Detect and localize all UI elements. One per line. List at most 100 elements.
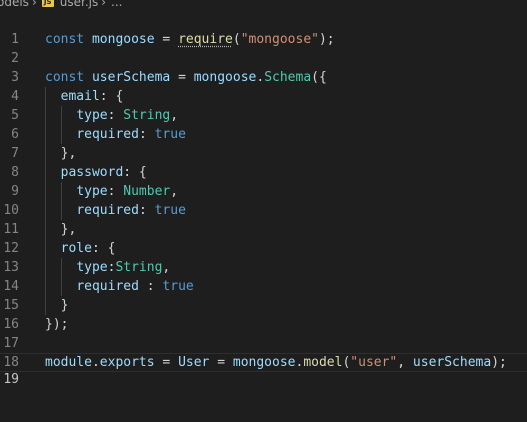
function-token: model [303, 355, 343, 370]
punctuation-token: : [138, 279, 163, 294]
punctuation-token: }); [45, 317, 69, 332]
code-text: required: true [45, 201, 186, 220]
breadcrumb: odels › JS user.js › ... [0, 0, 527, 11]
operator-token: = [154, 32, 179, 47]
class-token: Number [123, 184, 171, 199]
code-text: type: Number, [45, 182, 178, 201]
code-line[interactable]: 9 password: { [0, 163, 527, 199]
operator-token: = [154, 355, 179, 370]
code-editor[interactable]: 1 2 const mongoose = require("mongoose")… [0, 11, 527, 387]
code-line[interactable]: 15 required : true [0, 277, 527, 313]
code-line[interactable]: 2 const mongoose = require("mongoose"); [0, 30, 527, 66]
keyword-token: true [154, 203, 186, 218]
code-text: required: true [45, 125, 186, 144]
code-line[interactable]: 12 }, [0, 220, 527, 256]
variable-token: userSchema [412, 355, 492, 370]
keyword-token: true [162, 279, 194, 294]
code-text: role: { [45, 239, 116, 258]
class-token: Schema [264, 70, 312, 85]
keyword-token: true [154, 127, 186, 142]
code-line[interactable]: 3 [0, 49, 527, 85]
punctuation-token: . [91, 355, 100, 370]
punctuation-token: : { [91, 241, 116, 256]
punctuation-token: . [256, 70, 265, 85]
property-token: type [76, 108, 108, 123]
punctuation-token: , [397, 355, 413, 370]
code-line[interactable]: 17 }); [0, 315, 527, 351]
code-line[interactable]: 16 } [0, 296, 527, 332]
code-text: type: String, [45, 106, 178, 125]
variable-token: mongoose [193, 70, 257, 85]
code-line[interactable]: 5 email: { [0, 87, 527, 123]
operator-token: = [170, 70, 194, 85]
property-token: required [76, 127, 139, 142]
punctuation-token: , [170, 108, 179, 123]
code-text: }, [45, 220, 77, 239]
variable-token: module [45, 355, 92, 370]
punctuation-token: , [162, 260, 171, 275]
code-line[interactable]: 14 type:String, [0, 258, 527, 294]
code-line[interactable]: 10 type: Number, [0, 182, 527, 218]
code-text: module.exports = User = mongoose.model("… [45, 354, 507, 371]
code-line[interactable]: 7 required: true [0, 125, 527, 161]
code-line[interactable]: 8 }, [0, 144, 527, 180]
code-text: const mongoose = require("mongoose"); [45, 30, 335, 49]
operator-token: = [209, 355, 233, 370]
code-line[interactable]: 13 role: { [0, 239, 527, 275]
breadcrumb-more[interactable]: ... [111, 0, 122, 8]
chevron-right-icon: › [101, 0, 107, 9]
punctuation-token: , [170, 184, 179, 199]
line-number: 19 [3, 372, 19, 387]
string-token: "user" [350, 355, 398, 370]
function-token: require [178, 32, 233, 47]
punctuation-token: : [138, 203, 155, 218]
punctuation-token: ( [232, 32, 241, 47]
code-text: email: { [45, 87, 124, 106]
keyword-token: const [45, 32, 85, 47]
punctuation-token: : [107, 184, 124, 199]
chevron-right-icon: › [31, 0, 37, 9]
punctuation-token: ); [318, 32, 335, 47]
breadcrumb-folder[interactable]: odels [0, 0, 29, 8]
punctuation-token: ({ [311, 70, 327, 85]
code-text: type:String, [45, 258, 170, 277]
punctuation-token: : { [123, 165, 147, 180]
property-token: email [60, 89, 100, 104]
property-token: required [76, 279, 139, 294]
property-token: role [60, 241, 92, 256]
code-line-current[interactable]: 19 module.exports = User = mongoose.mode… [0, 353, 527, 387]
code-text: }); [45, 315, 68, 334]
punctuation-token: }, [45, 222, 77, 237]
punctuation-token: }, [45, 146, 77, 161]
variable-token: mongoose [91, 32, 155, 47]
property-token: type [76, 184, 108, 199]
code-text: required : true [45, 277, 194, 296]
variable-token: userSchema [91, 70, 171, 85]
string-token: "mongoose" [240, 32, 319, 47]
variable-token: User [178, 355, 210, 370]
code-line[interactable]: 1 [0, 11, 527, 47]
code-line[interactable]: 6 type: String, [0, 106, 527, 142]
variable-token: mongoose [232, 355, 296, 370]
punctuation-token: } [45, 298, 69, 313]
keyword-token: const [45, 70, 85, 85]
class-token: String [115, 260, 163, 275]
breadcrumb-file[interactable]: user.js [60, 0, 98, 8]
punctuation-token: : { [99, 89, 124, 104]
code-line[interactable]: 11 required: true [0, 201, 527, 237]
punctuation-token: : [107, 108, 124, 123]
punctuation-token: ); [491, 355, 507, 370]
code-line[interactable]: 4 const userSchema = mongoose.Schema({ [0, 68, 527, 104]
code-line[interactable]: 18 [0, 334, 527, 370]
code-text: }, [45, 144, 77, 163]
